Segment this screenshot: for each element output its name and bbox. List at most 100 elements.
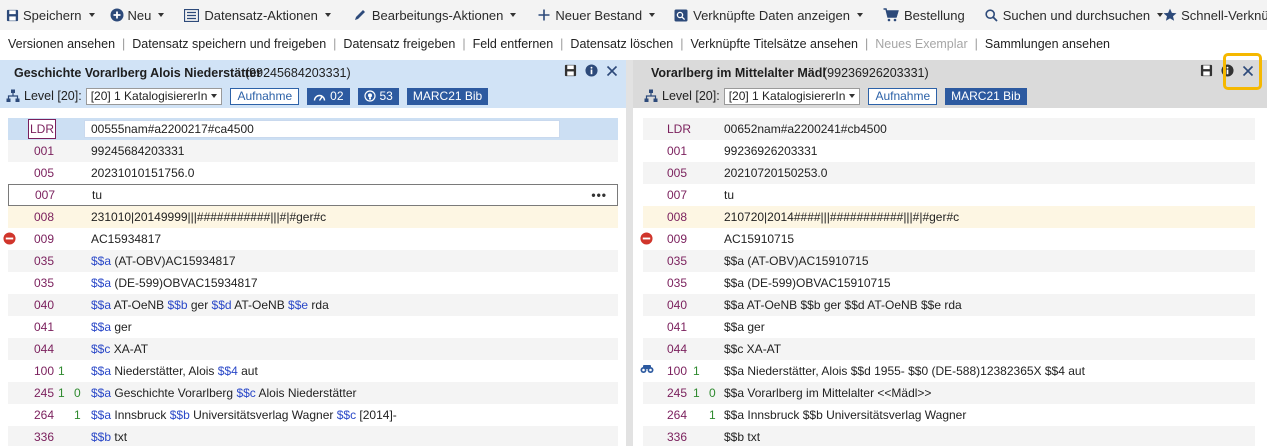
pane-divider[interactable] — [626, 60, 633, 446]
level-select[interactable]: [20] 1 KatalogisiererIn — [85, 87, 223, 105]
bulb-badge[interactable]: 53 — [357, 87, 399, 105]
field-content[interactable]: $$b txt — [724, 430, 760, 444]
field-content[interactable]: $$c XA-AT — [91, 342, 148, 356]
field-content[interactable]: $$a AT-OeNB $$b ger $$d AT-OeNB $$e rda — [91, 298, 329, 312]
field-content[interactable]: $$a (DE-599)OBVAC15910715 — [724, 276, 891, 290]
field-content[interactable]: $$a (AT-OBV)AC15910715 — [724, 254, 869, 268]
save-icon[interactable] — [564, 64, 577, 77]
binoculars-icon[interactable] — [640, 364, 654, 374]
marc-field-row[interactable]: 009 AC15910715 — [640, 228, 1255, 250]
field-content[interactable]: $$a ger — [724, 320, 765, 334]
field-content[interactable]: $$a Niederstätter, Alois $$4 aut — [91, 364, 258, 378]
save-menu[interactable]: Speichern — [6, 0, 95, 30]
field-content[interactable]: 99236926203331 — [724, 144, 817, 158]
field-content[interactable]: $$a Geschichte Vorarlberg $$c Alois Nied… — [91, 386, 357, 400]
indicator-1[interactable]: 1 — [58, 364, 68, 378]
marc-field-row[interactable]: 005 20210720150253.0 — [643, 162, 1255, 184]
remove-circle-icon[interactable] — [640, 232, 653, 245]
marc-field-row[interactable]: 044 $$c XA-AT — [8, 338, 618, 360]
field-content[interactable]: tu — [92, 188, 102, 202]
indicator-2[interactable]: 0 — [74, 386, 84, 400]
field-content[interactable]: $$a (AT-OBV)AC15934817 — [91, 254, 236, 268]
field-content[interactable]: $$a Innsbruck $$b Universitätsverlag Wag… — [91, 408, 397, 422]
marc-field-row[interactable]: 035 $$a (AT-OBV)AC15910715 — [643, 250, 1255, 272]
marc-field-row[interactable]: 007 tu — [643, 184, 1255, 206]
marc-field-row[interactable]: 008 210720|2014####|||###########|||#|#g… — [643, 206, 1255, 228]
delete-record-link[interactable]: Datensatz löschen — [570, 37, 673, 51]
close-icon[interactable] — [606, 65, 618, 77]
linked-data-menu[interactable]: Verknüpfte Daten anzeigen — [674, 0, 863, 30]
new-menu[interactable]: Neu — [110, 0, 165, 30]
marc-field-row[interactable]: 040 $$a AT-OeNB $$b ger $$d AT-OeNB $$e … — [8, 294, 618, 316]
field-content[interactable]: AC15910715 — [724, 232, 794, 246]
info-icon[interactable] — [585, 64, 598, 77]
record-actions-menu[interactable]: Datensatz-Aktionen — [184, 0, 331, 30]
marc-field-row[interactable]: 336 $$b txt — [643, 426, 1255, 446]
field-content[interactable]: $$a AT-OeNB $$b ger $$d AT-OeNB $$e rda — [724, 298, 962, 312]
marc-field-row[interactable]: 100 1 $$a Niederstätter, Alois $$4 aut — [8, 360, 618, 382]
view-linked-titles-link[interactable]: Verknüpfte Titelsätze ansehen — [691, 37, 858, 51]
marc-field-row[interactable]: 040 $$a AT-OeNB $$b ger $$d AT-OeNB $$e … — [643, 294, 1255, 316]
release-record-link[interactable]: Datensatz freigeben — [343, 37, 455, 51]
marc-field-row[interactable]: 100 1 $$a Niederstätter, Alois $$d 1955-… — [640, 360, 1255, 382]
view-versions-link[interactable]: Versionen ansehen — [8, 37, 115, 51]
marc-field-row[interactable]: 264 1 $$a Innsbruck $$b Universitätsverl… — [8, 404, 618, 426]
marc-field-row[interactable]: 245 1 0 $$a Vorarlberg im Mittelalter <<… — [643, 382, 1255, 404]
save-and-release-link[interactable]: Datensatz speichern und freigeben — [132, 37, 326, 51]
level-select[interactable]: [20] 1 KatalogisiererIn — [723, 87, 861, 105]
marc-field-row[interactable]: 001 99245684203331 — [8, 140, 618, 162]
quick-links-button[interactable]: Schnell-Verknüpfungen — [1163, 0, 1267, 30]
indicator-1[interactable]: 1 — [58, 386, 68, 400]
field-content[interactable]: 210720|2014####|||###########|||#|#ger#c — [724, 210, 959, 224]
marc-field-row[interactable]: 041 $$a ger — [8, 316, 618, 338]
field-content[interactable]: $$a ger — [91, 320, 132, 334]
indicator-1[interactable]: 1 — [693, 364, 703, 378]
indicator-2[interactable]: 1 — [74, 408, 84, 422]
remove-circle-icon[interactable] — [3, 232, 16, 245]
gauge-badge[interactable]: 02 — [307, 87, 350, 105]
marc-field-row[interactable]: 245 1 0 $$a Geschichte Vorarlberg $$c Al… — [8, 382, 618, 404]
indicator-1[interactable]: 1 — [693, 386, 703, 400]
field-content[interactable]: $$a Niederstätter, Alois $$d 1955- $$0 (… — [724, 364, 1085, 378]
view-collections-link[interactable]: Sammlungen ansehen — [985, 37, 1110, 51]
field-content[interactable]: 99245684203331 — [91, 144, 184, 158]
field-content[interactable]: $$a Innsbruck $$b Universitätsverlag Wag… — [724, 408, 966, 422]
indicator-2[interactable]: 1 — [709, 408, 719, 422]
ldr-input[interactable]: 00555nam#a2200217#ca4500 — [84, 120, 560, 138]
field-content[interactable]: AC15934817 — [91, 232, 161, 246]
order-button[interactable]: Bestellung — [883, 0, 965, 30]
field-content[interactable]: $$b txt — [91, 430, 127, 444]
aufnahme-badge[interactable]: Aufnahme — [868, 87, 938, 105]
search-menu[interactable]: Suchen und durchsuchen — [985, 0, 1164, 30]
marc-field-row-focused[interactable]: 007 tu ••• — [8, 184, 618, 206]
field-content[interactable]: 20210720150253.0 — [724, 166, 827, 180]
marc-field-row[interactable]: 035 $$a (AT-OBV)AC15934817 — [8, 250, 618, 272]
marc-field-row[interactable]: 008 231010|20149999|||###########|||#|#g… — [8, 206, 618, 228]
marc-field-ldr[interactable]: LDR 00555nam#a2200217#ca4500 — [8, 118, 618, 140]
field-content[interactable]: $$c XA-AT — [724, 342, 781, 356]
field-content[interactable]: 231010|20149999|||###########|||#|#ger#c — [91, 210, 326, 224]
field-content[interactable]: $$a Vorarlberg im Mittelalter <<Mädl>> — [724, 386, 931, 400]
marc-field-row[interactable]: 336 $$b txt — [8, 426, 618, 446]
more-options-icon[interactable]: ••• — [591, 188, 607, 202]
save-icon[interactable] — [1200, 64, 1213, 77]
new-holding-menu[interactable]: Neuer Bestand — [538, 0, 656, 30]
field-content[interactable]: $$a (DE-599)OBVAC15934817 — [91, 276, 258, 290]
level-label: Level [20]: — [662, 89, 720, 103]
field-content[interactable]: 00652nam#a2200241#cb4500 — [724, 122, 887, 136]
indicator-2[interactable]: 0 — [709, 386, 719, 400]
marc-field-row[interactable]: LDR 00652nam#a2200241#cb4500 — [643, 118, 1255, 140]
marc-field-row[interactable]: 001 99236926203331 — [643, 140, 1255, 162]
marc-field-row[interactable]: 035 $$a (DE-599)OBVAC15934817 — [8, 272, 618, 294]
aufnahme-badge[interactable]: Aufnahme — [230, 87, 300, 105]
field-content[interactable]: tu — [724, 188, 734, 202]
marc-field-row[interactable]: 009 AC15934817 — [3, 228, 618, 250]
marc-field-row[interactable]: 005 20231010151756.0 — [8, 162, 618, 184]
marc-field-row[interactable]: 264 1 $$a Innsbruck $$b Universitätsverl… — [643, 404, 1255, 426]
edit-actions-menu[interactable]: Bearbeitungs-Aktionen — [353, 0, 517, 30]
remove-field-link[interactable]: Feld entfernen — [473, 37, 554, 51]
marc-field-row[interactable]: 044 $$c XA-AT — [643, 338, 1255, 360]
marc-field-row[interactable]: 041 $$a ger — [643, 316, 1255, 338]
marc-field-row[interactable]: 035 $$a (DE-599)OBVAC15910715 — [643, 272, 1255, 294]
field-content[interactable]: 20231010151756.0 — [91, 166, 194, 180]
